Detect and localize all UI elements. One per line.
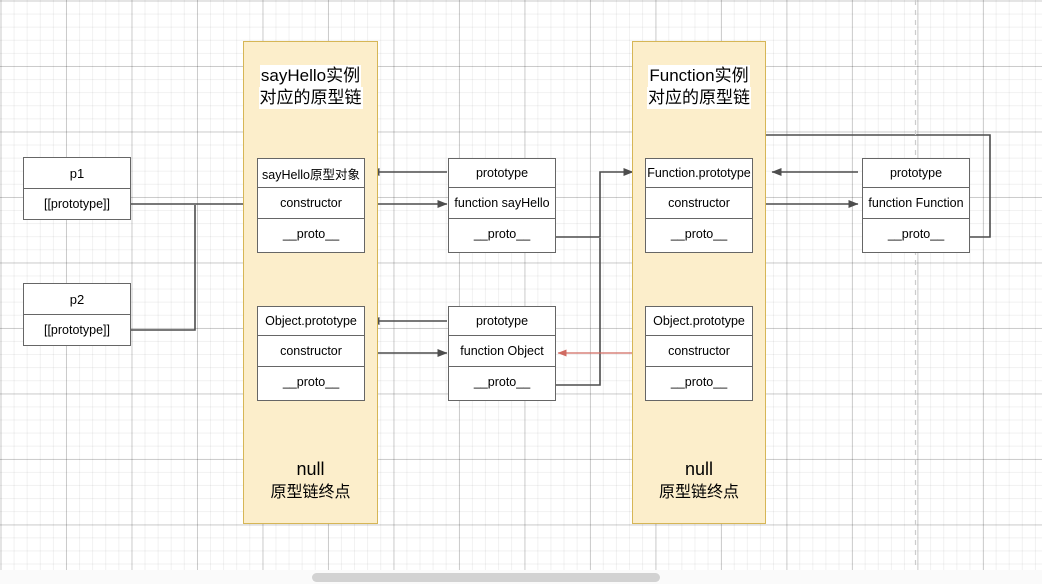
box-object-prototype-right-row-constructor: constructor xyxy=(646,335,752,366)
box-function-sayhello-row-fn: function sayHello xyxy=(449,187,555,218)
group-title-function: Function实例 对应的原型链 xyxy=(630,65,768,109)
box-function-sayhello-row-proto: __proto__ xyxy=(449,218,555,249)
box-function-prototype-row-title: Function.prototype xyxy=(646,159,752,187)
box-sayhello-row-constructor: constructor xyxy=(258,187,364,218)
box-function-object[interactable]: prototype function Object __proto__ xyxy=(448,306,556,401)
box-function-sayhello[interactable]: prototype function sayHello __proto__ xyxy=(448,158,556,253)
box-function-object-row-fn: function Object xyxy=(449,335,555,366)
group-panel-function xyxy=(632,41,766,524)
null-label-right-line1: null xyxy=(684,459,714,479)
null-label-right-line2: 原型链终点 xyxy=(658,484,739,501)
box-sayhello-prototype-object[interactable]: sayHello原型对象 constructor __proto__ xyxy=(257,158,365,253)
box-p1[interactable]: p1 [[prototype]] xyxy=(23,157,131,220)
box-function-prototype-row-proto: __proto__ xyxy=(646,218,752,249)
group-title-function-line2: 对应的原型链 xyxy=(647,87,751,109)
diagram-canvas: sayHello实例 对应的原型链 Function实例 对应的原型链 p1 [… xyxy=(0,0,1042,584)
group-title-function-line1: Function实例 xyxy=(648,65,750,87)
box-function-function-row-prototype: prototype xyxy=(863,159,969,187)
box-function-function-row-fn: function Function xyxy=(863,187,969,218)
horizontal-scrollbar-thumb[interactable] xyxy=(312,573,660,582)
box-object-prototype-right-row-title: Object.prototype xyxy=(646,307,752,335)
group-title-sayhello-line2: 对应的原型链 xyxy=(258,87,363,109)
group-title-sayhello: sayHello实例 对应的原型链 xyxy=(243,65,378,109)
null-label-left: null 原型链终点 xyxy=(243,458,378,504)
box-object-prototype-right[interactable]: Object.prototype constructor __proto__ xyxy=(645,306,753,401)
box-function-function[interactable]: prototype function Function __proto__ xyxy=(862,158,970,253)
null-label-left-line2: 原型链终点 xyxy=(270,484,351,501)
box-p2-row-name: p2 xyxy=(24,284,130,314)
box-p1-row-prototype: [[prototype]] xyxy=(24,188,130,218)
box-object-prototype-right-row-proto: __proto__ xyxy=(646,366,752,397)
group-title-sayhello-line1: sayHello实例 xyxy=(259,65,362,87)
box-p2[interactable]: p2 [[prototype]] xyxy=(23,283,131,346)
box-object-prototype-left-row-title: Object.prototype xyxy=(258,307,364,335)
box-p1-row-name: p1 xyxy=(24,158,130,188)
box-object-prototype-left-row-proto: __proto__ xyxy=(258,366,364,397)
box-function-sayhello-row-prototype: prototype xyxy=(449,159,555,187)
box-object-prototype-left[interactable]: Object.prototype constructor __proto__ xyxy=(257,306,365,401)
box-p2-row-prototype: [[prototype]] xyxy=(24,314,130,344)
group-panel-sayhello xyxy=(243,41,378,524)
box-function-object-row-prototype: prototype xyxy=(449,307,555,335)
box-object-prototype-left-row-constructor: constructor xyxy=(258,335,364,366)
connector-layer xyxy=(131,0,991,584)
box-sayhello-row-proto: __proto__ xyxy=(258,218,364,249)
null-label-right: null 原型链终点 xyxy=(632,458,766,504)
box-function-function-row-proto: __proto__ xyxy=(863,218,969,249)
box-sayhello-row-title: sayHello原型对象 xyxy=(258,159,364,187)
box-function-prototype[interactable]: Function.prototype constructor __proto__ xyxy=(645,158,753,253)
null-label-left-line1: null xyxy=(296,459,325,479)
box-function-prototype-row-constructor: constructor xyxy=(646,187,752,218)
box-function-object-row-proto: __proto__ xyxy=(449,366,555,397)
